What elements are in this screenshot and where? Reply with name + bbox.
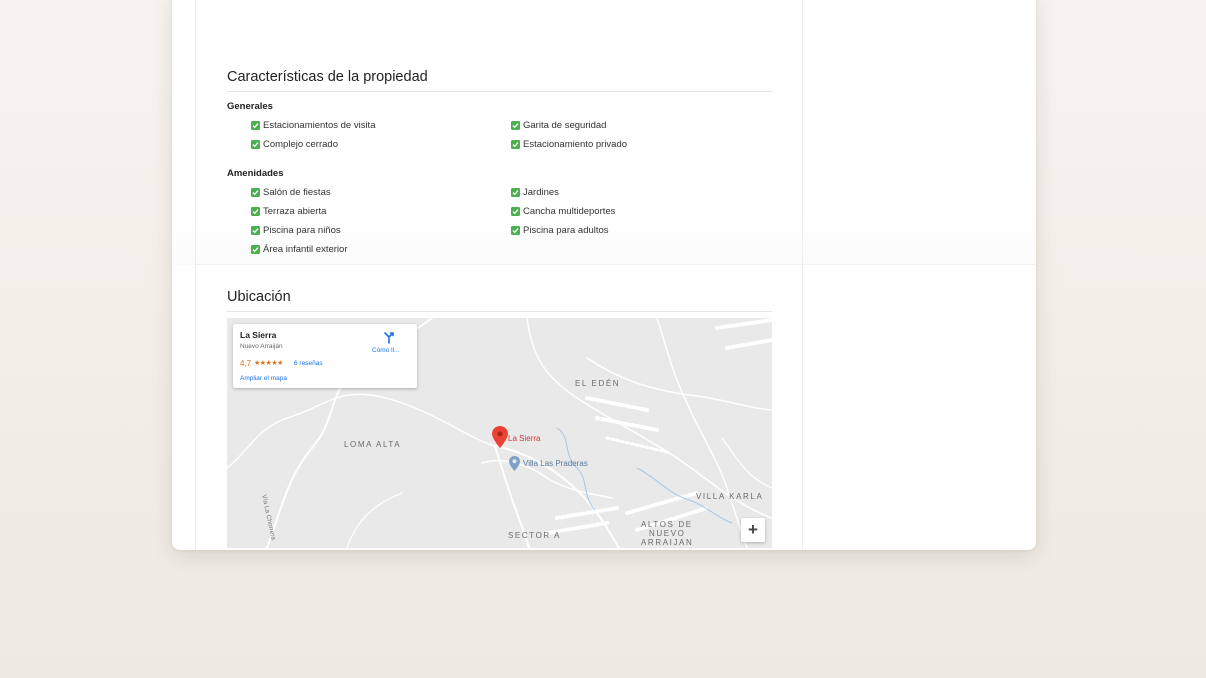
map-poi-icon[interactable] xyxy=(509,456,520,476)
feature-label: Jardines xyxy=(523,187,559,198)
checkbox-checked-icon xyxy=(511,140,520,149)
feature-item: Cancha multideportes xyxy=(511,206,615,217)
feature-item: Salón de fiestas xyxy=(251,187,331,198)
reviews-link[interactable]: 6 reseñas xyxy=(294,360,323,367)
feature-item: Estacionamientos de visita xyxy=(251,120,375,131)
map-pin-icon[interactable] xyxy=(492,426,508,453)
map-area-label: LOMA ALTA xyxy=(344,440,402,449)
checkbox-checked-icon xyxy=(511,121,520,130)
property-card: Características de la propiedad Generale… xyxy=(172,0,1036,550)
directions-link[interactable]: Cómo ll... xyxy=(372,347,399,354)
place-name: La Sierra xyxy=(240,330,277,340)
left-column-border xyxy=(195,0,196,550)
checkbox-checked-icon xyxy=(251,188,260,197)
checkbox-checked-icon xyxy=(251,121,260,130)
right-column-border xyxy=(802,0,803,550)
checkbox-checked-icon xyxy=(251,226,260,235)
map-area-label: EL EDÉN xyxy=(575,379,621,388)
feature-item: Estacionamiento privado xyxy=(511,139,627,150)
feature-item: Piscina para niños xyxy=(251,225,341,236)
rating-stars-icon: ★★★★★ xyxy=(254,360,283,367)
location-map[interactable]: EL EDÉN LOMA ALTA VILLA KARLA ALTOS DE N… xyxy=(227,318,772,548)
panel-divider xyxy=(196,264,1036,265)
characteristics-title: Características de la propiedad xyxy=(227,69,428,85)
feature-label: Complejo cerrado xyxy=(263,139,338,150)
feature-label: Área infantil exterior xyxy=(263,244,348,255)
feature-label: Salón de fiestas xyxy=(263,187,331,198)
map-area-label: ARRAIJAN xyxy=(641,538,694,547)
checkbox-checked-icon xyxy=(251,245,260,254)
feature-item: Piscina para adultos xyxy=(511,225,609,236)
map-area-label: VILLA KARLA xyxy=(696,492,764,501)
feature-label: Estacionamientos de visita xyxy=(263,120,376,131)
feature-item: Terraza abierta xyxy=(251,206,326,217)
map-area-label: NUEVO xyxy=(649,529,686,538)
checkbox-checked-icon xyxy=(511,207,520,216)
checkbox-checked-icon xyxy=(511,226,520,235)
feature-label: Piscina para adultos xyxy=(523,225,609,236)
feature-label: Cancha multideportes xyxy=(523,206,616,217)
feature-item: Jardines xyxy=(511,187,559,198)
map-area-label: ALTOS DE xyxy=(641,520,693,529)
map-poi-label: Villa Las Praderas xyxy=(523,459,588,468)
group-title-generales: Generales xyxy=(227,101,273,112)
characteristics-rule xyxy=(227,91,772,92)
map-info-card: La Sierra Nuevo Arraiján 4,7 ★★★★★ 6 res… xyxy=(233,324,417,388)
place-area: Nuevo Arraiján xyxy=(240,343,283,350)
location-rule xyxy=(227,311,772,312)
feature-label: Garita de seguridad xyxy=(523,120,607,131)
feature-label: Piscina para niños xyxy=(263,225,341,236)
feature-item: Área infantil exterior xyxy=(251,244,347,255)
location-title: Ubicación xyxy=(227,289,291,305)
zoom-in-button[interactable]: + xyxy=(741,518,765,542)
place-rating: 4,7 xyxy=(240,359,252,368)
feature-label: Estacionamiento privado xyxy=(523,139,628,150)
feature-label: Terraza abierta xyxy=(263,206,327,217)
group-title-amenidades: Amenidades xyxy=(227,168,284,179)
feature-item: Complejo cerrado xyxy=(251,139,338,150)
map-pin-label: La Sierra xyxy=(508,434,541,443)
map-area-label: SECTOR A xyxy=(508,531,562,540)
checkbox-checked-icon xyxy=(251,207,260,216)
feature-item: Garita de seguridad xyxy=(511,120,606,131)
enlarge-map-link[interactable]: Ampliar el mapa xyxy=(240,375,287,382)
checkbox-checked-icon xyxy=(251,140,260,149)
checkbox-checked-icon xyxy=(511,188,520,197)
